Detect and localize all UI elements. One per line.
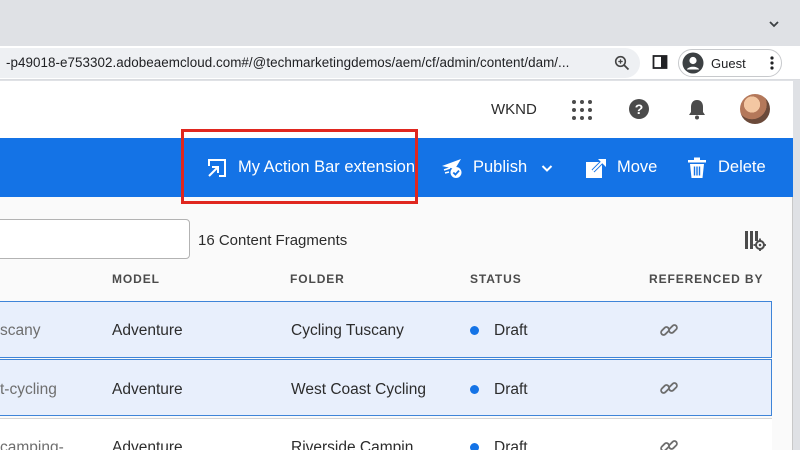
move-button[interactable]: Move bbox=[585, 138, 657, 197]
row-model: Adventure bbox=[112, 381, 183, 398]
address-url[interactable]: -p49018-e753302.adobeaemcloud.com#/@tech… bbox=[6, 55, 569, 70]
row-status: Draft bbox=[494, 322, 528, 339]
publish-button[interactable]: Publish bbox=[441, 138, 553, 197]
search-input[interactable] bbox=[0, 219, 190, 259]
row-folder: Cycling Tuscany bbox=[291, 322, 404, 339]
publish-label: Publish bbox=[473, 158, 528, 176]
row-model: Adventure bbox=[112, 439, 183, 450]
column-header-referenced-by[interactable]: REFERENCED BY bbox=[649, 272, 763, 286]
link-icon[interactable] bbox=[659, 436, 679, 450]
row-status: Draft bbox=[494, 439, 528, 450]
chevron-down-icon[interactable] bbox=[768, 18, 780, 30]
move-icon bbox=[586, 158, 606, 178]
row-name: t-cycling bbox=[0, 381, 57, 398]
profile-button[interactable]: Guest bbox=[678, 49, 782, 77]
apps-grid-icon[interactable] bbox=[571, 99, 593, 121]
column-settings-icon[interactable] bbox=[744, 229, 766, 251]
highlight-box bbox=[181, 129, 418, 204]
delete-button[interactable]: Delete bbox=[686, 138, 766, 197]
notifications-icon[interactable] bbox=[686, 98, 708, 120]
delete-label: Delete bbox=[718, 158, 766, 176]
svg-text:?: ? bbox=[635, 101, 644, 117]
column-header-folder[interactable]: FOLDER bbox=[290, 272, 345, 286]
zoom-icon[interactable] bbox=[614, 55, 630, 71]
row-model: Adventure bbox=[112, 322, 183, 339]
browser-tab-strip bbox=[0, 0, 800, 46]
org-switcher[interactable]: WKND bbox=[491, 101, 537, 118]
profile-icon bbox=[682, 52, 704, 74]
delete-icon bbox=[688, 157, 706, 178]
row-status: Draft bbox=[494, 381, 528, 398]
status-dot bbox=[470, 385, 479, 394]
row-folder: West Coast Cycling bbox=[291, 381, 426, 398]
move-label: Move bbox=[617, 158, 658, 176]
row-name: scany bbox=[0, 322, 41, 339]
chevron-down-icon[interactable] bbox=[541, 162, 553, 174]
profile-name: Guest bbox=[711, 56, 746, 71]
address-bar[interactable]: -p49018-e753302.adobeaemcloud.com#/@tech… bbox=[0, 48, 640, 78]
kebab-menu-icon[interactable] bbox=[768, 55, 776, 71]
browser-toolbar: -p49018-e753302.adobeaemcloud.com#/@tech… bbox=[0, 46, 800, 80]
link-icon[interactable] bbox=[659, 320, 679, 340]
status-dot bbox=[470, 443, 479, 450]
status-dot bbox=[470, 326, 479, 335]
fragment-count: 16 Content Fragments bbox=[198, 232, 348, 249]
user-avatar[interactable] bbox=[740, 94, 770, 124]
column-header-status[interactable]: STATUS bbox=[470, 272, 522, 286]
link-icon[interactable] bbox=[659, 378, 679, 398]
help-icon[interactable]: ? bbox=[628, 98, 650, 120]
row-name: camping- bbox=[0, 439, 64, 450]
publish-icon bbox=[442, 158, 462, 178]
side-panel-icon[interactable] bbox=[652, 54, 668, 70]
row-folder: Riverside Campin bbox=[291, 439, 414, 450]
column-header-model[interactable]: MODEL bbox=[112, 272, 160, 286]
